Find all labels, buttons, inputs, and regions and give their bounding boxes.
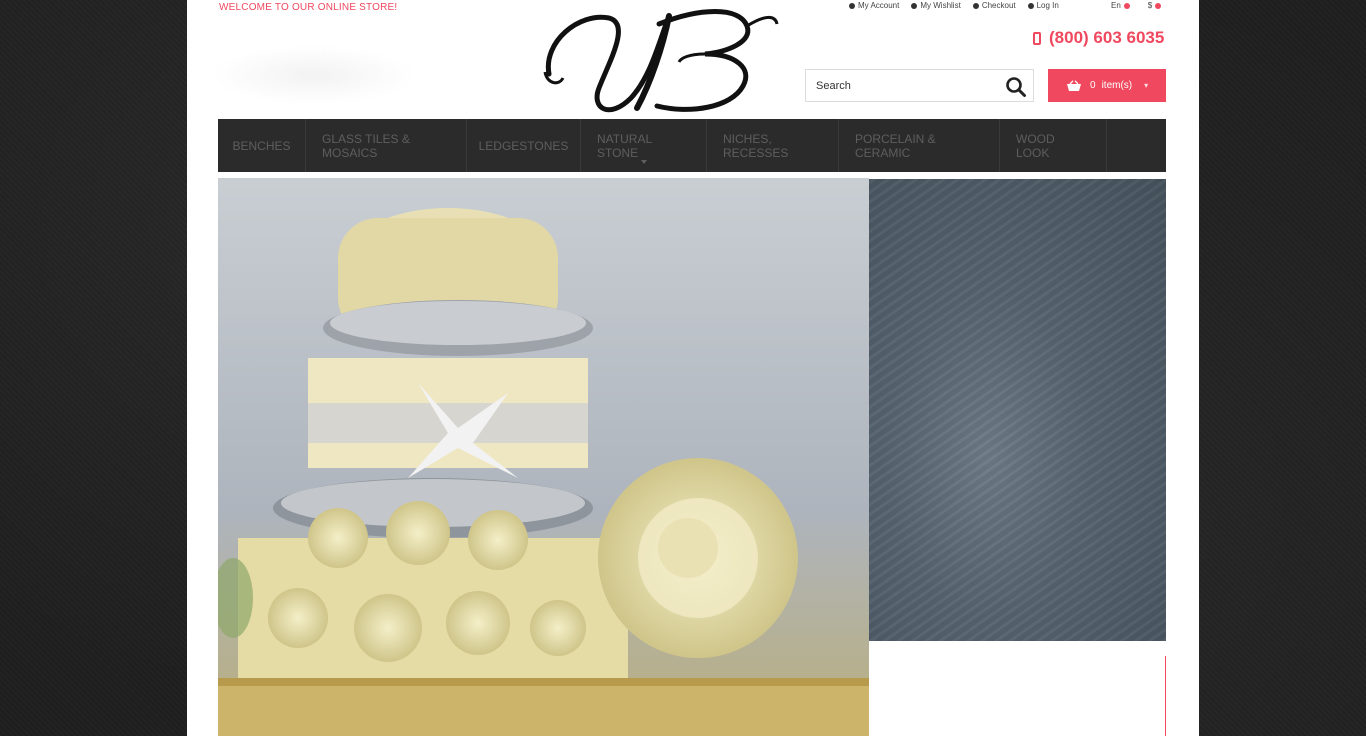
account-links: My Account My Wishlist Checkout Log In [849, 1, 1059, 10]
search-input[interactable] [806, 70, 996, 101]
chevron-down-icon [1123, 2, 1130, 9]
chevron-down-icon [640, 160, 647, 164]
language-label: En [1111, 1, 1121, 10]
search-button[interactable] [1005, 76, 1027, 98]
nav-item-label: GLASS TILES & MOSAICS [322, 131, 410, 160]
cake-photo [218, 208, 869, 736]
nav-item-benches[interactable]: BENCHES [218, 119, 306, 172]
my-account-label: My Account [858, 1, 900, 10]
welcome-message: WELCOME TO OUR ONLINE STORE! [219, 2, 398, 13]
ub-monogram-icon [543, 9, 779, 113]
nav-item-label: NICHES, RECESSES [723, 131, 789, 160]
blurred-logo [211, 46, 417, 104]
hero-image-slate[interactable] [869, 179, 1166, 641]
bullet-icon [911, 2, 918, 9]
my-wishlist-link[interactable]: My Wishlist [911, 1, 961, 10]
nav-item-label: BENCHES [232, 138, 291, 153]
page-container: WELCOME TO OUR ONLINE STORE! My Account … [187, 0, 1199, 736]
promo-panel [869, 641, 1166, 736]
chevron-down-icon: ▾ [1144, 81, 1149, 90]
cart-label: item(s) [1101, 80, 1133, 91]
search-bar [805, 69, 1034, 102]
bullet-icon [1027, 2, 1034, 9]
nav-item-natural-stone[interactable]: NATURAL STONE [581, 119, 707, 172]
nav-item-glass-tiles-mosaics[interactable]: GLASS TILES & MOSAICS [306, 119, 467, 172]
main-nav: BENCHES GLASS TILES & MOSAICS LEDGESTONE… [218, 119, 1166, 172]
site-logo[interactable] [539, 2, 783, 120]
cart-count: 0 [1090, 80, 1096, 91]
currency-label: $ [1147, 1, 1153, 10]
nav-item-niches-recesses[interactable]: NICHES, RECESSES [707, 119, 839, 172]
chevron-down-icon [1155, 2, 1162, 9]
log-in-link[interactable]: Log In [1027, 1, 1059, 10]
my-account-link[interactable]: My Account [849, 1, 899, 10]
nav-item-label: PORCELAIN & CERAMIC [855, 131, 936, 160]
phone-icon [1033, 31, 1041, 45]
checkout-link[interactable]: Checkout [972, 1, 1016, 10]
phone-number: (800) 603 6035 [1033, 28, 1164, 48]
search-icon [1006, 77, 1026, 97]
my-wishlist-label: My Wishlist [920, 1, 961, 10]
language-selector[interactable]: En [1111, 1, 1130, 10]
nav-item-ledgestones[interactable]: LEDGESTONES [467, 119, 581, 172]
currency-selector[interactable]: $ [1147, 1, 1162, 10]
nav-item-label: NATURAL STONE [597, 131, 652, 160]
nav-item-porcelain-ceramic[interactable]: PORCELAIN & CERAMIC [839, 119, 1000, 172]
nav-item-label: LEDGESTONES [478, 138, 569, 153]
nav-item-label: WOOD LOOK [1016, 131, 1055, 160]
phone-text: (800) 603 6035 [1049, 28, 1165, 47]
checkout-label: Checkout [981, 1, 1016, 10]
hero-image-cake[interactable] [218, 178, 869, 736]
bullet-icon [849, 2, 855, 9]
log-in-label: Log In [1036, 1, 1059, 10]
nav-item-wood-look[interactable]: WOOD LOOK [1000, 119, 1107, 172]
cart-button[interactable]: 0 item(s) ▾ [1048, 69, 1166, 102]
divider [1165, 656, 1166, 736]
locale-toggles: En $ [1111, 1, 1162, 10]
bullet-icon [972, 2, 979, 9]
basket-icon [1067, 79, 1081, 91]
